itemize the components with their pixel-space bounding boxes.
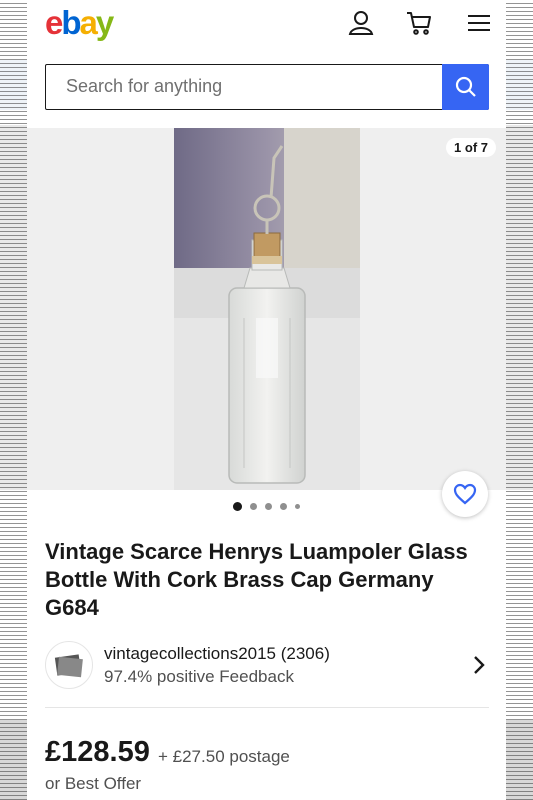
carousel-dot[interactable] [250,503,257,510]
menu-icon[interactable] [466,10,492,36]
seller-feedback: 97.4% positive Feedback [104,667,294,686]
best-offer-label: or Best Offer [45,774,142,793]
search-bar [45,63,489,110]
postage-cost: + £27.50 postage [158,747,290,766]
logo-letter: a [79,4,98,41]
listing-title: Vintage Scarce Henrys Luampoler Glass Bo… [45,539,468,620]
logo-letter: e [45,4,63,41]
image-gallery[interactable]: 1 of 7 [27,128,506,490]
product-photo[interactable] [174,128,360,490]
left-edge-artifact [0,0,27,800]
carousel-dot[interactable] [233,502,242,511]
carousel-dots [27,502,506,511]
logo-letter: y [95,4,114,41]
chevron-right-icon[interactable] [469,653,489,677]
logo-letter: b [61,4,81,41]
carousel-dot[interactable] [280,503,287,510]
search-button[interactable] [442,63,489,110]
search-icon [455,76,476,97]
seller-info[interactable]: vintagecollections2015 (2306) 97.4% posi… [45,641,489,691]
right-edge-artifact [506,0,533,800]
cart-icon[interactable] [406,10,432,36]
ebay-logo[interactable]: ebay [45,4,114,41]
image-counter: 1 of 7 [446,138,496,157]
user-icon[interactable] [348,10,374,36]
seller-name: vintagecollections2015 (2306) [104,644,330,663]
divider [45,707,489,708]
carousel-dot[interactable] [295,504,300,509]
page: ebay Search for anything 1 of 7 Vintage … [27,0,506,800]
carousel-dot[interactable] [265,503,272,510]
search-input[interactable] [46,65,442,108]
price: £128.59 [45,736,150,768]
seller-avatar [45,641,93,689]
